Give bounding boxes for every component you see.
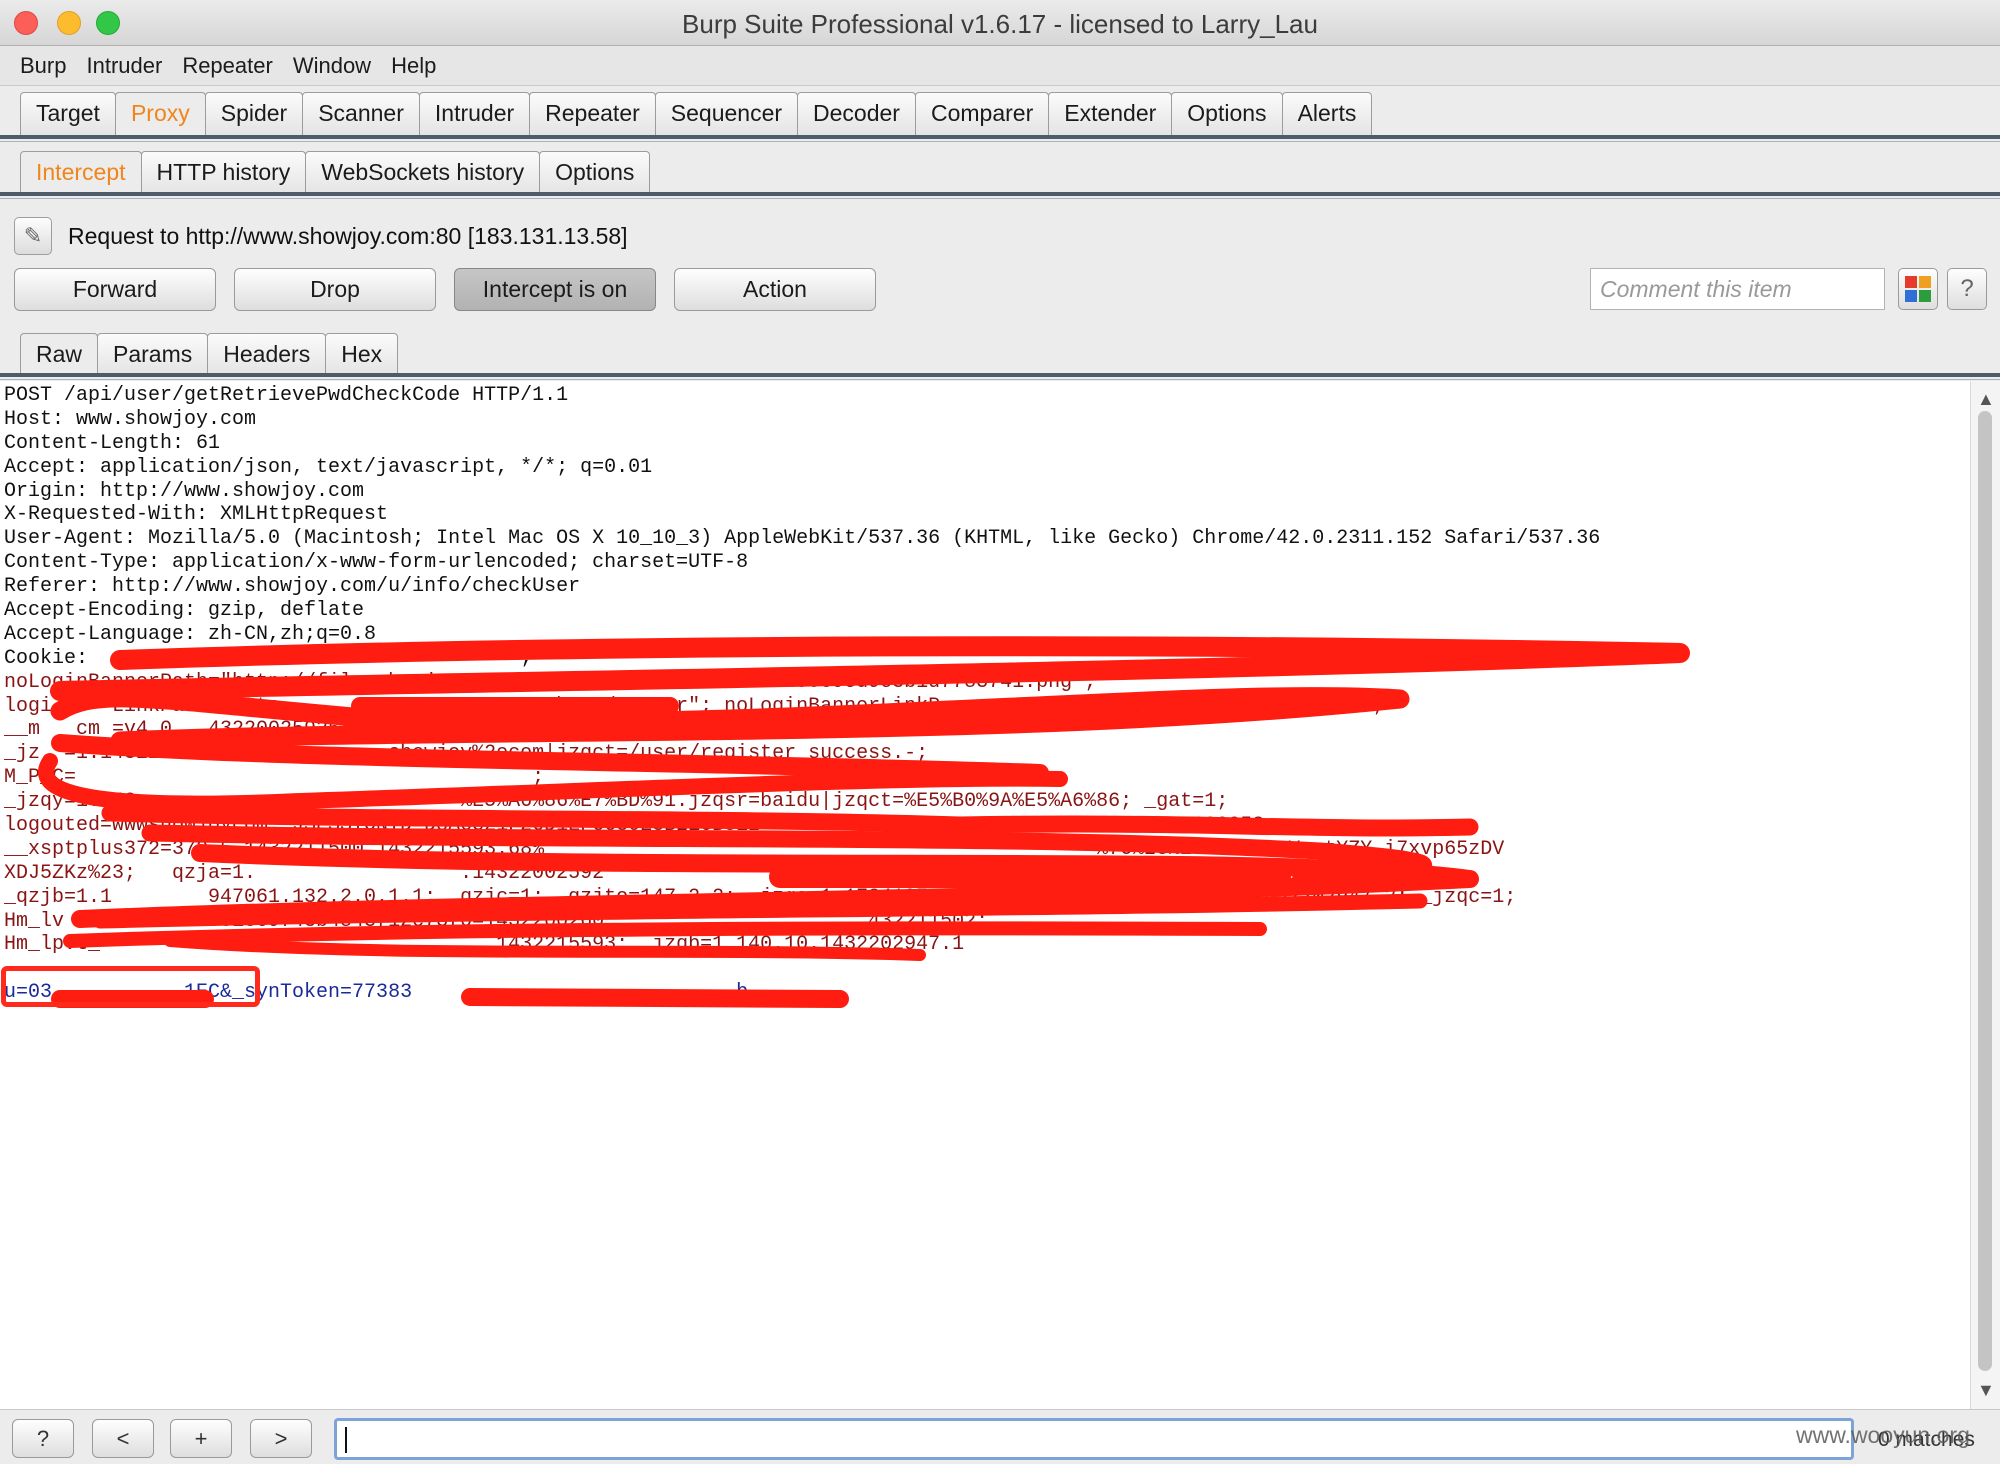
menu-window[interactable]: Window: [293, 53, 371, 79]
raw-line: _jzqy=1.143 %E5%A6%86%E7%BD%91.jzqsr=bai…: [4, 790, 1229, 814]
raw-line: Host: www.showjoy.com: [4, 407, 257, 431]
request-target-label: Request to http://www.showjoy.com:80 [18…: [68, 223, 628, 249]
text-caret: [345, 1427, 347, 1453]
raw-line: POST /api/user/getRetrievePwdCheckCode H…: [4, 384, 569, 407]
raw-line: Hm_lpvt_ 1432215593; _jzqb=1.140.10.1432…: [4, 933, 965, 957]
tab-alerts[interactable]: Alerts: [1281, 92, 1373, 135]
vertical-scrollbar[interactable]: ▲ ▼: [1970, 381, 2000, 1409]
highlight-box: [1, 966, 260, 1007]
raw-line: Accept-Encoding: gzip, deflate: [4, 599, 365, 623]
tab-sequencer[interactable]: Sequencer: [654, 92, 799, 135]
tab-intruder[interactable]: Intruder: [418, 92, 531, 135]
menu-repeater[interactable]: Repeater: [182, 53, 273, 79]
raw-line: X-Requested-With: XMLHttpRequest: [4, 503, 389, 527]
tab-spider[interactable]: Spider: [204, 92, 304, 135]
tab-target[interactable]: Target: [20, 92, 116, 135]
edit-request-button[interactable]: ✎: [14, 217, 52, 255]
raw-line: Accept: application/json, text/javascrip…: [4, 455, 653, 479]
tab-options[interactable]: Options: [1171, 92, 1283, 135]
raw-line: Cookie: ;: [4, 646, 533, 670]
tab-scanner[interactable]: Scanner: [302, 92, 420, 135]
title-bar: Burp Suite Professional v1.6.17 - licens…: [0, 0, 2000, 46]
raw-line: Accept-Language: zh-CN,zh;q=0.8: [4, 622, 377, 646]
forward-button[interactable]: Forward: [14, 268, 216, 311]
tab-repeater[interactable]: Repeater: [529, 92, 656, 135]
tab-intercept[interactable]: Intercept: [20, 151, 142, 194]
raw-line: noLoginBannerPath="http://file.showjoy.c…: [4, 670, 1097, 694]
search-options-button[interactable]: +: [170, 1419, 232, 1458]
pencil-icon: ✎: [23, 223, 43, 248]
tab-websockets-history[interactable]: WebSockets history: [305, 151, 541, 194]
highlight-color-button[interactable]: [1898, 268, 1938, 310]
raw-line: M_P_C= ;: [4, 766, 545, 790]
raw-request-text[interactable]: POST /api/user/getRetrievePwdCheckCode H…: [4, 384, 1600, 1005]
tab-hex[interactable]: Hex: [325, 333, 399, 375]
main-tabs-divider-line: [0, 141, 2000, 142]
menu-intruder[interactable]: Intruder: [86, 53, 162, 79]
window-title: Burp Suite Professional v1.6.17 - licens…: [682, 9, 1318, 39]
search-help-button[interactable]: ?: [12, 1419, 74, 1458]
sub-tabs-divider-line: [0, 198, 2000, 199]
main-tabs-divider: [0, 135, 2000, 139]
help-button[interactable]: ?: [1947, 268, 1987, 310]
intercept-toggle-button[interactable]: Intercept is on: [454, 268, 656, 311]
tab-raw[interactable]: Raw: [20, 333, 99, 375]
raw-line: Origin: http://www.showjoy.com: [4, 479, 365, 503]
color-grid-icon: [1905, 276, 1931, 302]
raw-line: _qzjb=1.1 947061.132.2.0.1.1; _qzjc=1; _…: [4, 885, 1517, 909]
question-icon: ?: [1960, 275, 1974, 302]
tab-params[interactable]: Params: [97, 333, 209, 375]
tab-http-history[interactable]: HTTP history: [140, 151, 307, 194]
tab-proxy[interactable]: Proxy: [114, 92, 206, 135]
comment-input[interactable]: Comment this item: [1590, 268, 1885, 310]
raw-request-editor[interactable]: POST /api/user/getRetrievePwdCheckCode H…: [0, 381, 1970, 1409]
raw-line: Content-Length: 61: [4, 431, 221, 455]
tab-headers[interactable]: Headers: [207, 333, 327, 375]
tab-comparer[interactable]: Comparer: [914, 92, 1050, 135]
message-view-tabs: Raw Params Headers Hex: [20, 333, 399, 375]
scroll-down-icon[interactable]: ▼: [1977, 1380, 1995, 1401]
watermark: www.wooyun.org: [1796, 1422, 1970, 1448]
search-input[interactable]: [334, 1418, 1854, 1460]
previous-match-button[interactable]: <: [92, 1419, 154, 1458]
raw-line: logouted=wwwshowjoycom; JSESSIONID=D8A63…: [4, 814, 1277, 838]
raw-line: Hm_lv 909ad7e1861369743b4843f12c73f0=143…: [4, 909, 989, 933]
scrollbar-thumb[interactable]: [1978, 411, 1992, 1371]
raw-line: Referer: http://www.showjoy.com/u/info/c…: [4, 575, 581, 599]
view-tabs-divider-line: [0, 379, 2000, 380]
menu-burp[interactable]: Burp: [20, 53, 66, 79]
raw-line: logi LinkPath="http broadcaster"; noLogi…: [4, 694, 1385, 718]
view-tabs-divider: [0, 373, 2000, 377]
raw-line: __m cm =v4.0 432200259254; jzqckmp=1;: [4, 718, 521, 742]
sub-tabs-divider: [0, 192, 2000, 196]
drop-button[interactable]: Drop: [234, 268, 436, 311]
next-match-button[interactable]: >: [250, 1419, 312, 1458]
menubar: Burp Intruder Repeater Window Help: [0, 46, 2000, 86]
raw-line: User-Agent: Mozilla/5.0 (Macintosh; Inte…: [4, 527, 1601, 551]
main-tabs: Target Proxy Spider Scanner Intruder Rep…: [20, 92, 1373, 135]
raw-line: Content-Type: application/x-www-form-url…: [4, 551, 749, 575]
raw-line: __xsptplus372=372.5.1432211500.143221559…: [4, 837, 1505, 861]
action-button[interactable]: Action: [674, 268, 876, 311]
raw-line: _jz =1.143220294 showjoy%2ecom|jzqct=/us…: [4, 742, 929, 766]
proxy-sub-tabs: Intercept HTTP history WebSockets histor…: [20, 151, 651, 194]
scroll-up-icon[interactable]: ▲: [1977, 389, 1995, 410]
search-bar: ? < + > 0 matches www.wooyun.org: [0, 1409, 2000, 1464]
tab-extender[interactable]: Extender: [1048, 92, 1173, 135]
tab-decoder[interactable]: Decoder: [797, 92, 916, 135]
raw-line: XDJ5ZKz%23; qzja=1. .14322002592 593132.…: [4, 861, 1301, 885]
menu-help[interactable]: Help: [391, 53, 436, 79]
tab-proxy-options[interactable]: Options: [539, 151, 651, 194]
